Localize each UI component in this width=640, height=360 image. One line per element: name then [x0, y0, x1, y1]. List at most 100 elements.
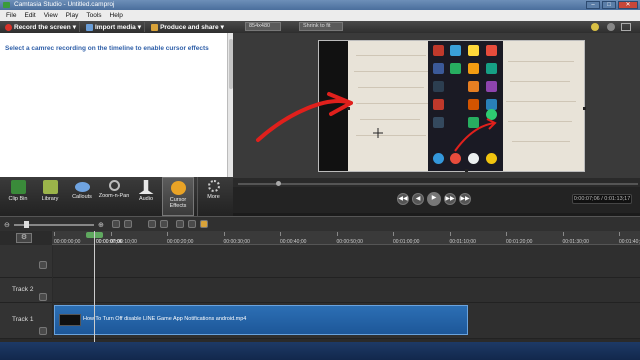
resize-handle: [465, 169, 468, 172]
window-title: Camtasia Studio - Untitled.camproj: [14, 1, 115, 8]
undo-button[interactable]: [112, 220, 120, 228]
play-button[interactable]: ▶: [427, 192, 441, 206]
audio-icon: [138, 180, 154, 194]
video-clip[interactable]: How To Turn Off disable LINE Game App No…: [54, 305, 468, 335]
tab-callouts[interactable]: Callouts: [66, 177, 98, 216]
cursor-effects-icon: [170, 181, 186, 195]
previous-clip-button[interactable]: ◀◀: [397, 193, 409, 205]
add-track-button[interactable]: [39, 261, 47, 269]
tab-label: Cursor Effects: [169, 197, 187, 209]
track-header-1[interactable]: Track 1: [0, 303, 52, 339]
ruler-tick: [619, 232, 620, 236]
help-icon[interactable]: [607, 23, 615, 31]
library-icon: [42, 180, 58, 194]
paste-button[interactable]: [188, 220, 196, 228]
zoom-in-icon[interactable]: ⊕: [98, 221, 104, 229]
gear-icon[interactable]: ⚙: [16, 233, 32, 243]
red-arrow-annotation: [256, 99, 353, 142]
track-2-label: Track 2: [12, 286, 34, 293]
ruler-tick: [506, 232, 507, 236]
clip-bin-icon: [10, 180, 26, 194]
step-forward-button[interactable]: ▶▶: [444, 193, 456, 205]
cut-button[interactable]: [148, 220, 156, 228]
clip-label: How To Turn Off disable LINE Game App No…: [83, 316, 247, 322]
tab-label: Audio: [138, 196, 154, 202]
task-tabs: Clip Bin Library Callouts Zoom-n-Pan Aud…: [0, 177, 233, 216]
ruler-tick: [449, 232, 451, 236]
produce-share-button[interactable]: Produce and share ▾: [148, 22, 227, 32]
cursor-effects-panel: Select a camrec recording on the timelin…: [0, 33, 227, 177]
camtasia-app-icon: [3, 2, 10, 8]
menu-tools[interactable]: Tools: [82, 12, 105, 19]
resize-handle: [583, 107, 586, 110]
copy-button[interactable]: [176, 220, 184, 228]
red-arrow-head: [327, 92, 353, 116]
record-screen-button[interactable]: Record the screen ▾: [2, 22, 80, 32]
ruler-tick: [336, 232, 338, 236]
menu-play[interactable]: Play: [62, 12, 83, 19]
callouts-icon: [74, 182, 90, 192]
timeline-settings-area: ⚙: [0, 231, 52, 245]
redo-button[interactable]: [124, 220, 132, 228]
scrubber-knob[interactable]: [276, 181, 281, 186]
ruler-tick: [54, 232, 55, 236]
tab-audio[interactable]: Audio: [130, 177, 162, 216]
resize-handle: [347, 107, 350, 110]
close-button[interactable]: ✕: [618, 1, 638, 9]
fullscreen-icon[interactable]: [621, 23, 631, 31]
tab-library[interactable]: Library: [34, 177, 66, 216]
tab-cursor-effects[interactable]: Cursor Effects: [162, 177, 194, 216]
produce-share-label: Produce and share: [160, 23, 219, 31]
tab-more[interactable]: More: [197, 177, 229, 216]
chevron-down-icon: ▾: [220, 24, 224, 31]
record-icon: [5, 23, 12, 31]
next-clip-button[interactable]: ▶▶: [459, 193, 471, 205]
ruler-tick: [167, 232, 168, 236]
track-1-label: Track 1: [12, 316, 34, 323]
step-back-button[interactable]: ◀: [412, 193, 424, 205]
menu-help[interactable]: Help: [106, 12, 127, 19]
produce-icon: [151, 23, 159, 31]
track-2-lane[interactable]: [53, 278, 640, 303]
track-header-2[interactable]: Track 2: [0, 278, 52, 303]
ruler-tick: [110, 232, 112, 236]
zoom-dropdown[interactable]: Shrink to fit: [299, 22, 343, 31]
menu-file[interactable]: File: [2, 12, 20, 19]
playhead-line[interactable]: [94, 231, 95, 342]
zoom-out-icon[interactable]: ⊖: [4, 221, 10, 229]
track-2-options[interactable]: [39, 293, 47, 301]
tab-label: Clip Bin: [8, 196, 28, 202]
chevron-down-icon: ▾: [72, 24, 76, 31]
zoom-n-pan-icon: [108, 180, 120, 191]
import-media-button[interactable]: Import media ▾: [83, 22, 146, 32]
clip-thumbnail: [59, 314, 81, 326]
zoom-slider-knob[interactable]: [24, 221, 29, 228]
minimize-button[interactable]: –: [586, 1, 600, 9]
split-button[interactable]: [160, 220, 168, 228]
scrubber-track[interactable]: [238, 183, 638, 185]
tab-label: Zoom-n-Pan: [98, 193, 130, 199]
marker-button[interactable]: [200, 220, 208, 228]
track-header[interactable]: [0, 245, 52, 278]
track-lane[interactable]: [53, 245, 640, 278]
track-1-options[interactable]: [39, 327, 47, 335]
window-controls: – □ ✕: [586, 0, 638, 10]
taskbar: [0, 342, 640, 360]
menu-edit[interactable]: Edit: [20, 12, 39, 19]
annotation-overlay: [256, 92, 586, 172]
tab-label: More: [207, 194, 220, 200]
move-cursor-icon: [373, 128, 383, 138]
lightbulb-icon[interactable]: [591, 23, 599, 31]
tab-clip-bin[interactable]: Clip Bin: [2, 177, 34, 216]
maximize-button[interactable]: □: [602, 1, 616, 9]
dimensions-dropdown[interactable]: 854x480: [245, 22, 281, 31]
import-media-label: Import media: [94, 23, 136, 31]
menu-view[interactable]: View: [40, 12, 62, 19]
import-icon: [85, 23, 93, 31]
main-toolbar: Record the screen ▾ Import media ▾ Produ…: [0, 21, 233, 33]
timeline-toolbar: [0, 216, 640, 231]
tab-label: Library: [41, 196, 59, 202]
small-red-arrow-annotation: [454, 122, 496, 152]
tab-zoom-n-pan[interactable]: Zoom-n-Pan: [98, 177, 130, 216]
chevron-down-icon: ▾: [137, 24, 142, 31]
